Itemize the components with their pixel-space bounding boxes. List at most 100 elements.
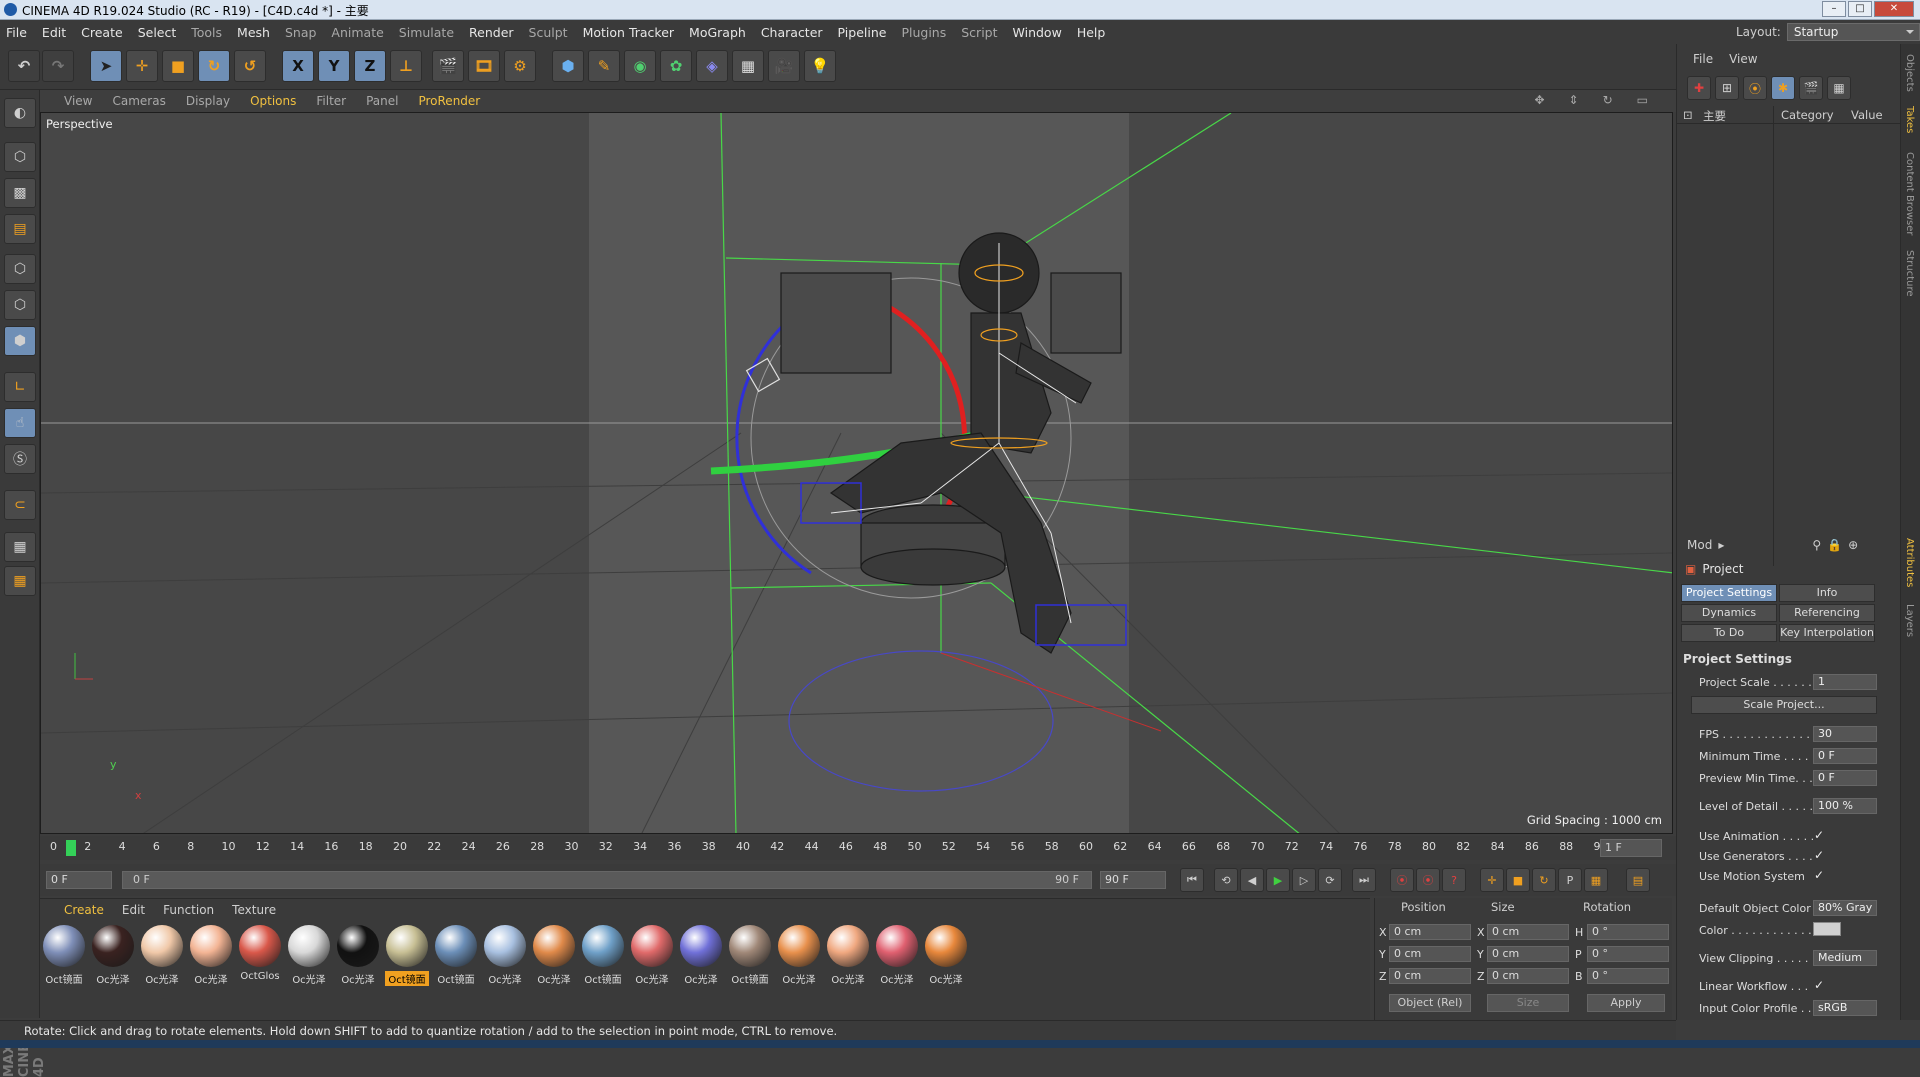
menu-file[interactable]: File	[6, 25, 27, 40]
menu-tools[interactable]: Tools	[191, 25, 222, 40]
start-frame-field[interactable]: 0 F	[46, 871, 112, 889]
size-z-field[interactable]: 0 cm	[1487, 968, 1569, 984]
disabled-take-icon[interactable]: ▦	[1827, 76, 1851, 100]
camera-icon[interactable]: 🎥	[768, 50, 800, 82]
use-motion-system-checkbox[interactable]: ✓	[1814, 868, 1824, 882]
x-axis-lock-button[interactable]: X	[282, 50, 314, 82]
menu-pipeline[interactable]: Pipeline	[838, 25, 887, 40]
toggle-views-icon[interactable]: ▭	[1637, 93, 1648, 107]
rotation-b-field[interactable]: 0 °	[1587, 968, 1669, 984]
menu-select[interactable]: Select	[138, 25, 177, 40]
color-swatch[interactable]	[1813, 922, 1841, 936]
select-arrow-icon[interactable]: ➤	[90, 50, 122, 82]
render-take-icon[interactable]: 🎬	[1799, 76, 1823, 100]
side-tab-takes[interactable]: Takes	[1904, 106, 1915, 133]
tab-key-interpolation[interactable]: Key Interpolation	[1779, 624, 1875, 642]
next-key-icon[interactable]: ⟳	[1318, 868, 1342, 892]
viewport-menu-options[interactable]: Options	[250, 94, 296, 108]
y-axis-lock-button[interactable]: Y	[318, 50, 350, 82]
pan-icon[interactable]: ✥	[1534, 93, 1544, 107]
cube-primitive-icon[interactable]: ⬢	[552, 50, 584, 82]
menu-script[interactable]: Script	[961, 25, 997, 40]
apply-button[interactable]: Apply	[1587, 994, 1665, 1012]
material-swatch[interactable]: Oc光泽	[630, 925, 674, 987]
size-y-field[interactable]: 0 cm	[1487, 946, 1569, 962]
material-swatch[interactable]: Oc光泽	[336, 925, 380, 987]
perspective-viewport[interactable]: Perspective y x Grid Spacing : 1000 cm	[40, 112, 1673, 834]
side-tab-content-browser[interactable]: Content Browser	[1904, 152, 1915, 235]
position-x-field[interactable]: 0 cm	[1389, 924, 1471, 940]
menu-mesh[interactable]: Mesh	[237, 25, 270, 40]
close-button[interactable]: ✕	[1874, 1, 1914, 17]
menu-animate[interactable]: Animate	[331, 25, 383, 40]
menu-character[interactable]: Character	[761, 25, 823, 40]
fps-field[interactable]: 30	[1813, 726, 1877, 742]
material-swatch[interactable]: Oc光泽	[140, 925, 184, 987]
polygons-mode-icon[interactable]: ⬢	[4, 326, 36, 356]
timeline-window-icon[interactable]: ▤	[1626, 868, 1650, 892]
menu-snap[interactable]: Snap	[285, 25, 316, 40]
tab-referencing[interactable]: Referencing	[1779, 604, 1875, 622]
search-icon[interactable]: ⚲	[1812, 538, 1821, 552]
minimum-time-field[interactable]: 0 F	[1813, 748, 1877, 764]
material-swatch[interactable]: Oc光泽	[875, 925, 919, 987]
material-swatch[interactable]: Oct镜面	[581, 925, 625, 987]
rotation-key-icon[interactable]: ↻	[1532, 868, 1556, 892]
linear-workflow-checkbox[interactable]: ✓	[1814, 978, 1824, 992]
material-swatch[interactable]: Oc光泽	[532, 925, 576, 987]
timeline-playhead[interactable]	[66, 840, 76, 856]
record-active-icon[interactable]: ⦿	[1390, 868, 1414, 892]
coordinate-system-icon[interactable]: ⊥	[390, 50, 422, 82]
deformer-icon[interactable]: ◈	[696, 50, 728, 82]
zoom-icon[interactable]: ⇕	[1569, 93, 1579, 107]
texture-mode-icon[interactable]: ▩	[4, 178, 36, 208]
rotation-h-field[interactable]: 0 °	[1587, 924, 1669, 940]
scale-key-icon[interactable]: ■	[1506, 868, 1530, 892]
size-mode-dropdown[interactable]: Size	[1487, 994, 1569, 1012]
orbit-icon[interactable]: ↻	[1603, 93, 1613, 107]
menu-window[interactable]: Window	[1013, 25, 1062, 40]
auto-take-icon[interactable]: ⦿	[1743, 76, 1767, 100]
viewport-menu-panel[interactable]: Panel	[366, 94, 398, 108]
floor-environment-icon[interactable]: ▦	[732, 50, 764, 82]
position-key-icon[interactable]: ✛	[1480, 868, 1504, 892]
parameter-key-icon[interactable]: P	[1558, 868, 1582, 892]
undo-icon[interactable]: ↶	[8, 50, 40, 82]
render-settings-icon[interactable]: ⚙	[504, 50, 536, 82]
material-swatch[interactable]: Oc光泽	[287, 925, 331, 987]
chevron-right-icon[interactable]: ▸	[1718, 538, 1724, 552]
menu-create[interactable]: Create	[81, 25, 123, 40]
viewport-menu-view[interactable]: View	[64, 94, 92, 108]
material-swatch[interactable]: Oct镜面	[385, 925, 429, 987]
material-menu-texture[interactable]: Texture	[232, 903, 276, 917]
layout-dropdown[interactable]: Startup	[1786, 23, 1920, 41]
lock-overrides-icon[interactable]: ✱	[1771, 76, 1795, 100]
object-menu-view[interactable]: View	[1729, 52, 1757, 66]
material-swatch[interactable]: Oc光泽	[189, 925, 233, 987]
position-z-field[interactable]: 0 cm	[1389, 968, 1471, 984]
level-of-detail-field[interactable]: 100 %	[1813, 798, 1877, 814]
workplane-mode-icon[interactable]: ▤	[4, 214, 36, 244]
viewport-menu-prorender[interactable]: ProRender	[418, 94, 480, 108]
play-icon[interactable]: ▶	[1266, 868, 1290, 892]
maximize-button[interactable]: □	[1848, 1, 1872, 17]
tab-info[interactable]: Info	[1779, 584, 1875, 602]
tab-project-settings[interactable]: Project Settings	[1681, 584, 1777, 602]
viewport-menu-cameras[interactable]: Cameras	[112, 94, 165, 108]
main-take-label[interactable]: 主要	[1703, 108, 1726, 124]
previous-key-icon[interactable]: ⟲	[1214, 868, 1238, 892]
new-manager-icon[interactable]: ⊕	[1848, 538, 1858, 552]
material-swatch[interactable]: Oct镜面	[42, 925, 86, 987]
material-swatch[interactable]: Oc光泽	[924, 925, 968, 987]
material-swatch[interactable]: Oc光泽	[777, 925, 821, 987]
material-swatch[interactable]: OctGlos	[238, 925, 282, 987]
render-picture-viewer-icon[interactable]: 🎞	[468, 50, 500, 82]
point-level-key-icon[interactable]: ▦	[1584, 868, 1608, 892]
menu-motion-tracker[interactable]: Motion Tracker	[583, 25, 674, 40]
material-swatch[interactable]: Oct镜面	[434, 925, 478, 987]
viewport-menu-display[interactable]: Display	[186, 94, 230, 108]
frame-range-slider[interactable]: 0 F 90 F	[122, 871, 1092, 889]
next-frame-icon[interactable]: ▷	[1292, 868, 1316, 892]
end-frame-field[interactable]: 90 F	[1100, 871, 1166, 889]
pen-spline-icon[interactable]: ✎	[588, 50, 620, 82]
